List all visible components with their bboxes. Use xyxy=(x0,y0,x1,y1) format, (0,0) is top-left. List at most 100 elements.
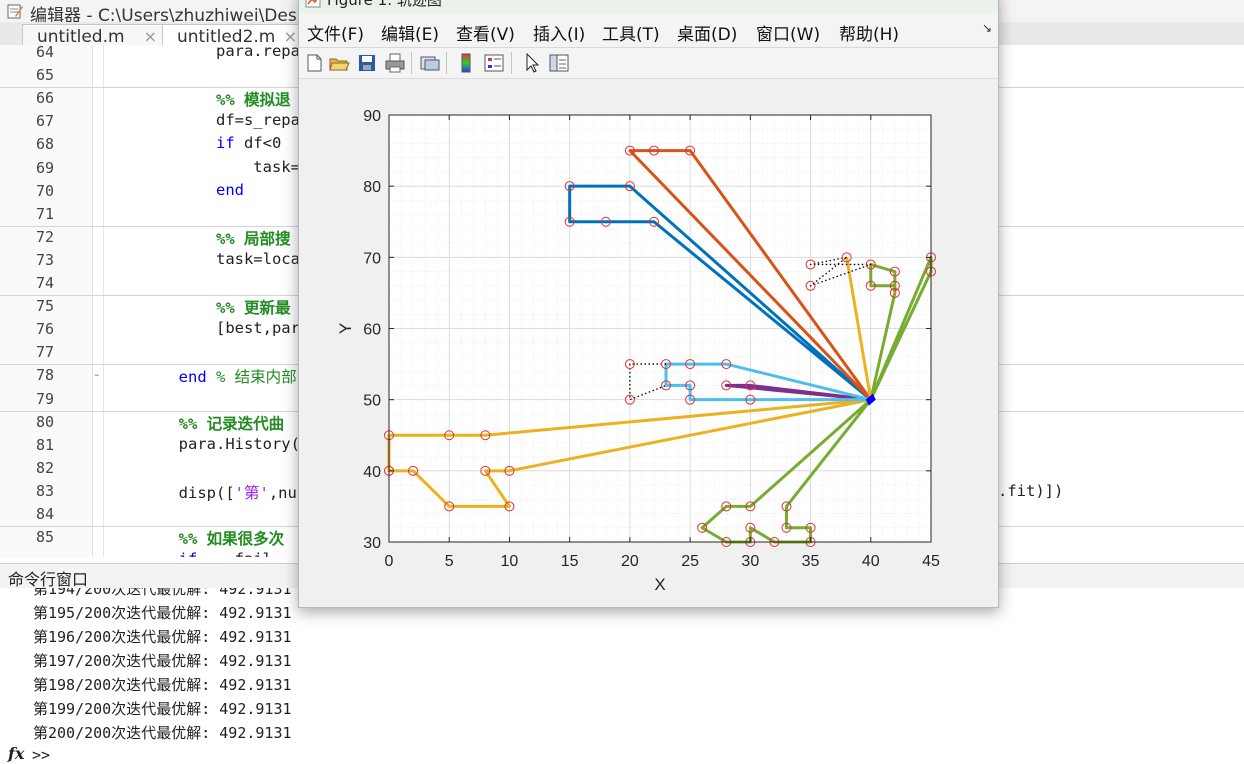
pointer-icon[interactable] xyxy=(521,52,543,74)
code-line: %% 局部搜 xyxy=(215,229,291,248)
figure-title: Figure 1: 轨迹图 xyxy=(327,0,442,9)
y-tick-label: 50 xyxy=(363,393,381,410)
figure-window[interactable]: Figure 1: 轨迹图 × 文件(F) 编辑(E) 查看(V) 插入(I) … xyxy=(298,0,999,608)
line-number: 65 xyxy=(35,66,54,85)
code-line: task=loca xyxy=(104,249,300,268)
x-tick-label: 35 xyxy=(802,553,820,570)
save-icon[interactable] xyxy=(356,52,378,74)
command-output-line: 第199/200次迭代最优解: 492.9131 xyxy=(33,700,292,718)
command-output-line: 第200/200次迭代最优解: 492.9131 xyxy=(33,724,292,742)
legend-icon[interactable] xyxy=(483,52,505,74)
line-number: 74 xyxy=(35,274,54,292)
line-number: 84 xyxy=(35,505,54,523)
figure-toolbar xyxy=(299,48,998,79)
menu-expand-icon[interactable]: ↘ xyxy=(982,21,992,35)
command-prompt[interactable]: >> xyxy=(32,746,50,764)
line-number: 77 xyxy=(35,343,54,362)
x-tick-label: 20 xyxy=(621,553,639,570)
line-number: 82 xyxy=(35,458,54,477)
command-output-line: 第195/200次迭代最优解: 492.9131 xyxy=(33,604,292,622)
menu-help[interactable]: 帮助(H) xyxy=(839,20,899,45)
x-tick-label: 0 xyxy=(385,553,394,570)
menu-edit[interactable]: 编辑(E) xyxy=(381,20,439,45)
command-output-line: 第197/200次迭代最优解: 492.9131 xyxy=(33,652,292,670)
line-number: 78 xyxy=(35,366,54,385)
close-icon[interactable]: × xyxy=(284,27,297,46)
line-number: 64 xyxy=(35,45,54,61)
code-line: %% 模拟退 xyxy=(215,91,291,110)
code-line: df=s_repa xyxy=(104,111,300,130)
code-line: task= xyxy=(104,157,300,176)
code-line: %% 记录迭代曲 xyxy=(178,414,285,433)
x-tick-label: 15 xyxy=(561,553,579,570)
line-number: 75 xyxy=(35,297,54,316)
line-number: 76 xyxy=(35,320,54,339)
menu-file[interactable]: 文件(F) xyxy=(307,20,364,45)
y-axis-label: Y xyxy=(336,323,355,334)
figure-icon xyxy=(305,0,321,8)
line-number: 70 xyxy=(35,181,54,200)
code-line-83-tail: .fit)]) xyxy=(998,482,1064,500)
line-number: 68 xyxy=(35,135,54,154)
menu-desktop[interactable]: 桌面(D) xyxy=(677,20,737,45)
new-figure-icon[interactable] xyxy=(303,52,325,74)
menu-view[interactable]: 查看(V) xyxy=(456,20,515,45)
fold-column xyxy=(92,45,104,557)
x-tick-label: 10 xyxy=(501,553,519,570)
command-window-title: 命令行窗口 xyxy=(8,570,89,589)
link-plot-icon[interactable] xyxy=(419,52,441,74)
code-line: disp(['第',nu xyxy=(104,483,297,502)
tab-label: untitled2.m xyxy=(177,27,276,47)
menu-tools[interactable]: 工具(T) xyxy=(602,20,660,45)
editor-icon xyxy=(7,4,23,19)
print-icon[interactable] xyxy=(384,52,406,74)
code-line: para.repa xyxy=(104,45,300,60)
command-output-line: 第194/200次迭代最优解: 492.9131 xyxy=(33,588,292,598)
tab-label: untitled.m xyxy=(37,27,125,47)
line-number: 85 xyxy=(35,528,54,547)
code-line: end xyxy=(215,180,244,199)
colorbar-icon[interactable] xyxy=(455,52,477,74)
open-folder-icon[interactable] xyxy=(328,52,350,74)
y-tick-label: 70 xyxy=(363,250,381,267)
code-line: [best,par xyxy=(104,319,300,338)
menu-insert[interactable]: 插入(I) xyxy=(533,20,585,45)
code-line: if fail xyxy=(104,550,272,557)
line-number: 79 xyxy=(35,389,54,408)
y-tick-label: 60 xyxy=(363,322,381,339)
route-plot[interactable]: 0 5 10 15 20 25 30 35 40 45 30 40 50 60 70 80 90 X Y xyxy=(299,79,998,607)
line-number: 67 xyxy=(35,112,54,131)
x-tick-label: 25 xyxy=(681,553,699,570)
x-axis-label: X xyxy=(654,575,665,594)
y-tick-label: 80 xyxy=(363,179,381,196)
line-number: 69 xyxy=(35,158,54,177)
close-icon[interactable]: × xyxy=(144,27,157,46)
fx-icon[interactable]: fx xyxy=(8,744,24,763)
code-line: %% 如果很多次 xyxy=(178,530,285,549)
menu-window[interactable]: 窗口(W) xyxy=(756,20,820,45)
command-window[interactable]: 第194/200次迭代最优解: 492.9131 第195/200次迭代最优解: … xyxy=(0,588,1244,760)
code-line: if df<0 xyxy=(215,134,282,153)
line-number: 71 xyxy=(35,204,54,223)
line-number: 83 xyxy=(35,481,54,500)
close-icon[interactable]: × xyxy=(963,0,976,4)
toolbar-separator xyxy=(411,52,412,74)
figure-title-bar: Figure 1: 轨迹图 × xyxy=(299,0,998,13)
line-number: 80 xyxy=(35,412,54,431)
y-tick-label: 40 xyxy=(363,464,381,481)
code-line: end % 结束内部 xyxy=(178,368,297,387)
command-output-line: 第196/200次迭代最优解: 492.9131 xyxy=(33,628,292,646)
figure-menu-bar: 文件(F) 编辑(E) 查看(V) 插入(I) 工具(T) 桌面(D) 窗口(W… xyxy=(299,13,998,48)
property-editor-icon[interactable] xyxy=(548,52,570,74)
y-tick-label: 90 xyxy=(363,108,381,125)
x-tick-label: 5 xyxy=(445,553,454,570)
fold-marker[interactable]: – xyxy=(94,368,100,381)
line-number: 66 xyxy=(35,89,54,108)
line-number-gutter: 64 65 66 67 68 69 70 71 72 73 74 75 76 77 78 79 80 81 82 83… xyxy=(0,45,93,557)
code-line: %% 更新最 xyxy=(215,299,291,318)
toolbar-separator xyxy=(511,52,512,74)
x-tick-label: 45 xyxy=(922,553,940,570)
code-line: para.History( xyxy=(104,434,300,453)
x-tick-label: 40 xyxy=(862,553,880,570)
line-number: 72 xyxy=(35,227,54,246)
